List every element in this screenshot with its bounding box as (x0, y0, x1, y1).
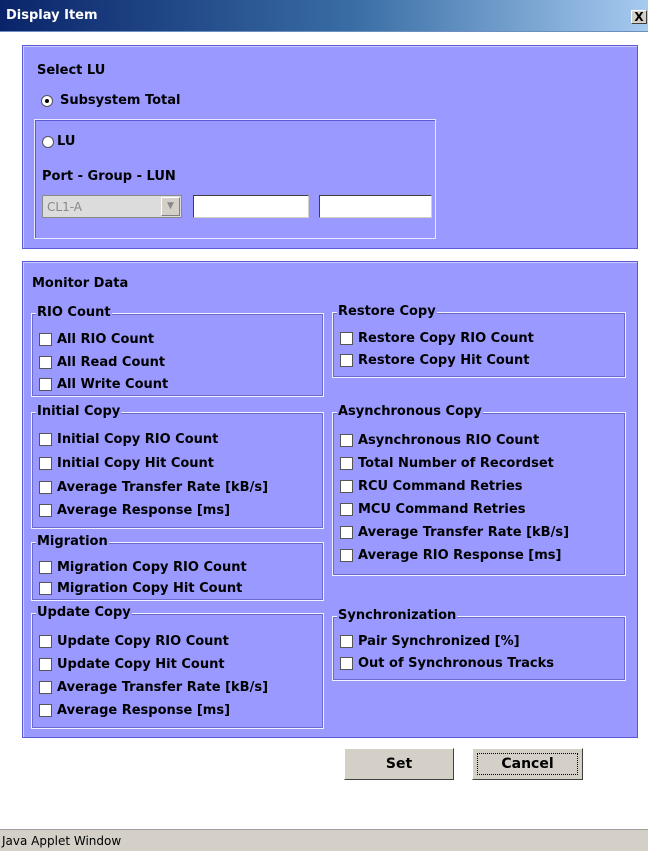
checkbox[interactable] (340, 503, 353, 516)
window-title: Display Item (6, 8, 98, 23)
checkbox-label[interactable]: Out of Synchronous Tracks (358, 655, 554, 673)
checkbox-label[interactable]: Restore Copy RIO Count (358, 330, 534, 348)
update-copy-label: Update Copy (36, 605, 132, 621)
checkbox[interactable] (39, 658, 52, 671)
checkbox-label[interactable]: Average Transfer Rate [kB/s] (358, 524, 569, 542)
close-button[interactable]: X (631, 10, 647, 24)
rio-count-group: RIO Count All RIO Count All Read Count A… (31, 305, 324, 397)
checkbox[interactable] (39, 457, 52, 470)
lu-group-box: LU Port - Group - LUN CL1-A ▼ (34, 119, 436, 239)
subsystem-total-radio[interactable] (41, 95, 53, 107)
initial-copy-group: Initial Copy Initial Copy RIO Count Init… (31, 404, 324, 529)
checkbox[interactable] (340, 457, 353, 470)
checkbox-label[interactable]: Average Transfer Rate [kB/s] (57, 479, 268, 497)
checkbox-label[interactable]: Migration Copy RIO Count (57, 559, 247, 577)
set-button[interactable]: Set (344, 748, 454, 780)
checkbox-label[interactable]: Pair Synchronized [%] (358, 633, 520, 651)
port-select-value: CL1-A (47, 200, 82, 214)
checkbox[interactable] (39, 481, 52, 494)
checkbox[interactable] (39, 378, 52, 391)
asynchronous-copy-label: Asynchronous Copy (337, 404, 483, 420)
checkbox-label[interactable]: RCU Command Retries (358, 478, 523, 496)
checkbox[interactable] (39, 433, 52, 446)
checkbox[interactable] (340, 657, 353, 670)
checkbox[interactable] (340, 526, 353, 539)
checkbox[interactable] (39, 561, 52, 574)
checkbox-label[interactable]: Average RIO Response [ms] (358, 547, 561, 565)
checkbox-label[interactable]: Average Response [ms] (57, 702, 230, 720)
lu-radio[interactable] (42, 136, 54, 148)
checkbox-label[interactable]: Total Number of Recordset (358, 455, 554, 473)
checkbox-label[interactable]: Update Copy RIO Count (57, 633, 229, 651)
subsystem-total-label[interactable]: Subsystem Total (60, 93, 181, 108)
radio-selected-dot (45, 99, 49, 103)
asynchronous-copy-group: Asynchronous Copy Asynchronous RIO Count… (332, 404, 626, 576)
cancel-button-label: Cancel (501, 756, 554, 772)
lun-input[interactable] (319, 195, 432, 218)
select-lu-panel: Select LU Subsystem Total LU Port - Grou… (22, 45, 638, 249)
checkbox[interactable] (340, 354, 353, 367)
checkbox-label[interactable]: Migration Copy Hit Count (57, 580, 242, 598)
close-icon: X (634, 10, 644, 24)
checkbox[interactable] (340, 332, 353, 345)
checkbox-label[interactable]: Average Transfer Rate [kB/s] (57, 679, 268, 697)
rio-count-label: RIO Count (36, 305, 112, 321)
checkbox[interactable] (340, 549, 353, 562)
checkbox[interactable] (39, 582, 52, 595)
migration-label: Migration (36, 534, 109, 550)
checkbox[interactable] (39, 504, 52, 517)
checkbox-label[interactable]: Average Response [ms] (57, 502, 230, 520)
title-bar: Display Item X (0, 0, 648, 32)
checkbox-label[interactable]: MCU Command Retries (358, 501, 525, 519)
checkbox-label[interactable]: All Write Count (57, 376, 168, 394)
checkbox-label[interactable]: All RIO Count (57, 331, 154, 349)
checkbox[interactable] (340, 635, 353, 648)
checkbox[interactable] (340, 480, 353, 493)
checkbox[interactable] (39, 356, 52, 369)
checkbox[interactable] (340, 434, 353, 447)
checkbox-label[interactable]: Restore Copy Hit Count (358, 352, 530, 370)
set-button-label: Set (385, 756, 413, 772)
status-text: Java Applet Window (2, 834, 122, 848)
restore-copy-label: Restore Copy (337, 304, 437, 320)
lu-label[interactable]: LU (57, 134, 75, 149)
checkbox-label[interactable]: All Read Count (57, 354, 165, 372)
checkbox[interactable] (39, 333, 52, 346)
initial-copy-label: Initial Copy (36, 404, 122, 420)
monitor-data-panel: Monitor Data RIO Count All RIO Count All… (22, 261, 638, 738)
checkbox-label[interactable]: Update Copy Hit Count (57, 656, 225, 674)
synchronization-group: Synchronization Pair Synchronized [%] Ou… (332, 608, 626, 681)
migration-group: Migration Migration Copy RIO Count Migra… (31, 534, 324, 601)
select-lu-heading: Select LU (37, 63, 106, 78)
synchronization-label: Synchronization (337, 608, 458, 624)
checkbox-label[interactable]: Initial Copy Hit Count (57, 455, 214, 473)
restore-copy-group: Restore Copy Restore Copy RIO Count Rest… (332, 304, 626, 378)
group-input[interactable] (193, 195, 309, 218)
checkbox-label[interactable]: Initial Copy RIO Count (57, 431, 218, 449)
port-select[interactable]: CL1-A ▼ (42, 195, 182, 218)
status-bar: Java Applet Window (0, 829, 648, 851)
chevron-down-icon[interactable]: ▼ (161, 197, 180, 216)
checkbox[interactable] (39, 681, 52, 694)
checkbox[interactable] (39, 704, 52, 717)
update-copy-group: Update Copy Update Copy RIO Count Update… (31, 605, 324, 729)
checkbox[interactable] (39, 635, 52, 648)
cancel-button[interactable]: Cancel (472, 748, 583, 780)
checkbox-label[interactable]: Asynchronous RIO Count (358, 432, 539, 450)
port-group-lun-label: Port - Group - LUN (42, 169, 176, 184)
monitor-data-heading: Monitor Data (32, 276, 129, 291)
